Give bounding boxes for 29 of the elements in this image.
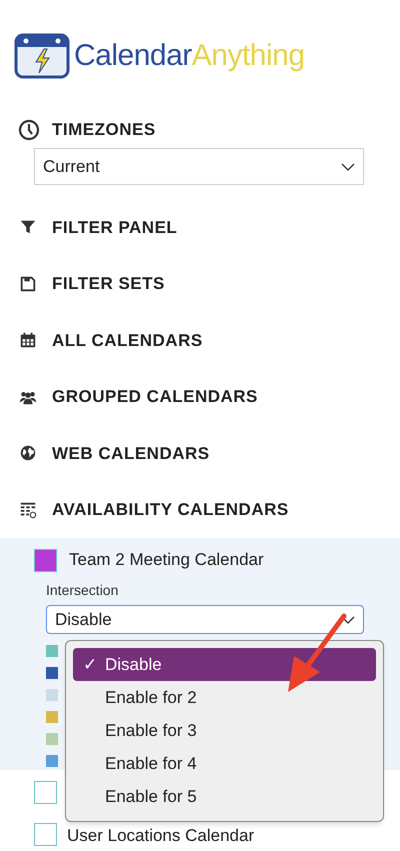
dropdown-option[interactable]: Enable for 3 [73,714,376,747]
dropdown-option[interactable]: ✓ Disable [73,648,376,681]
nav-item[interactable]: AVAILABILITY CALENDARS [52,497,289,522]
calendar-checkbox[interactable] [34,548,57,572]
dropdown-option[interactable]: Enable for 4 [73,747,376,780]
calendar-name: Team 2 Meeting Calendar [69,549,264,572]
dropdown-option[interactable]: Enable for 2 [73,681,376,714]
intersection-select[interactable]: Disable [46,605,364,634]
calendar-checkbox[interactable] [34,822,57,846]
nav-item[interactable]: WEB CALENDARS [52,440,210,466]
section-heading: TIMEZONES [52,119,156,142]
nav-item[interactable]: GROUPED CALENDARS [52,384,258,410]
field-label: Intersection [46,581,120,600]
globe-icon [19,444,37,462]
timezone-select[interactable]: Current [34,148,364,185]
logo-icon [14,33,70,79]
calendar-name: User Locations Calendar [67,825,254,848]
floppy-icon [19,274,37,293]
nav-item[interactable]: FILTER PANEL [52,214,178,240]
clock-icon [18,119,40,141]
logo-text: CalendarAnything [74,41,304,71]
nav-item[interactable]: ALL CALENDARS [52,328,203,353]
nav-item[interactable]: FILTER SETS [52,271,165,296]
dropdown-option[interactable]: Enable for 5 [73,780,376,813]
table-clock-icon [19,500,37,519]
calendar-icon [19,331,37,350]
filter-icon [19,218,37,236]
chevron-icon [341,162,355,170]
calendar-checkbox[interactable] [34,780,57,804]
